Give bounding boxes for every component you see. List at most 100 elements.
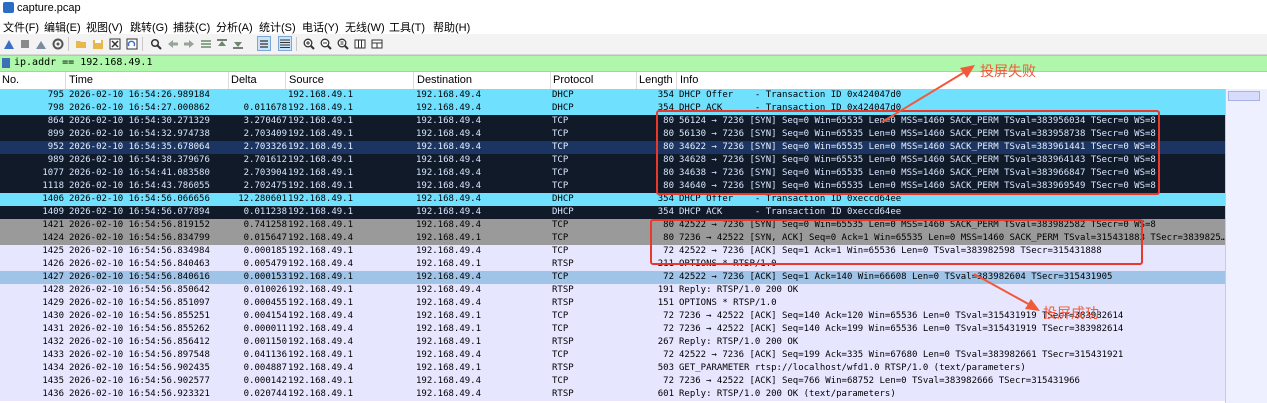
resize-columns-icon[interactable]	[354, 37, 366, 50]
packet-cell-len: 151	[657, 298, 674, 308]
packet-cell-src: 192.168.49.4	[288, 311, 354, 321]
open-folder-icon[interactable]	[75, 37, 87, 50]
menu-telephony[interactable]: 电话(Y)	[302, 19, 339, 35]
save-icon[interactable]	[92, 37, 104, 50]
bookmark-icon[interactable]	[2, 58, 10, 68]
packet-cell-delta: 0.000455	[243, 298, 287, 308]
layout-icon[interactable]	[371, 37, 383, 50]
menu-view[interactable]: 视图(V)	[86, 19, 123, 35]
packet-cell-no: 1434	[42, 363, 64, 373]
packet-cell-proto: TCP	[552, 220, 569, 230]
packet-cell-time: 2026-02-10 16:54:41.083580	[69, 168, 210, 178]
packet-cell-delta: 2.703904	[243, 168, 287, 178]
packet-row[interactable]: 1431 2026-02-10 16:54:56.855262 0.000011 19…	[0, 323, 1225, 336]
menu-help[interactable]: 帮助(H)	[433, 19, 470, 35]
menu-statistics[interactable]: 统计(S)	[259, 19, 296, 35]
packet-cell-src: 192.168.49.1	[288, 194, 354, 204]
column-header-no[interactable]: No.	[2, 74, 19, 86]
packet-cell-proto: TCP	[552, 233, 569, 243]
column-header-delta[interactable]: Delta	[231, 74, 257, 86]
menu-wireless[interactable]: 无线(W)	[345, 19, 385, 35]
packet-row[interactable]: 1430 2026-02-10 16:54:56.855251 0.004154 19…	[0, 310, 1225, 323]
packet-row[interactable]: 1428 2026-02-10 16:54:56.850642 0.010026 19…	[0, 284, 1225, 297]
packet-cell-info: 7236 → 42522 [ACK] Seq=140 Ack=120 Win=6…	[679, 311, 1124, 321]
shark-fin-start-icon[interactable]	[3, 37, 15, 50]
menu-edit[interactable]: 编辑(E)	[44, 19, 81, 35]
packet-row[interactable]: 1436 2026-02-10 16:54:56.923321 0.020744 19…	[0, 388, 1225, 401]
packet-row[interactable]: 1427 2026-02-10 16:54:56.840616 0.000153 19…	[0, 271, 1225, 284]
packet-cell-src: 192.168.49.1	[288, 220, 354, 230]
packet-cell-info: GET_PARAMETER rtsp://localhost/wfd1.0 RT…	[679, 363, 1026, 373]
stop-icon[interactable]	[19, 37, 31, 50]
packet-row[interactable]: 1432 2026-02-10 16:54:56.856412 0.001150 19…	[0, 336, 1225, 349]
back-icon[interactable]	[167, 37, 179, 50]
menu-tools[interactable]: 工具(T)	[389, 19, 425, 35]
packet-cell-len: 72	[663, 311, 674, 321]
packet-cell-dst: 192.168.49.4	[416, 116, 482, 126]
packet-cell-delta: 0.041136	[243, 350, 287, 360]
packet-cell-no: 1409	[42, 207, 64, 217]
packet-cell-proto: DHCP	[552, 103, 574, 113]
packet-cell-time: 2026-02-10 16:54:56.856412	[69, 337, 210, 347]
packet-row[interactable]: 1409 2026-02-10 16:54:56.077894 0.011238 19…	[0, 206, 1225, 219]
packet-cell-dst: 192.168.49.4	[416, 285, 482, 295]
success-annotation-label: 投屏成功	[1043, 306, 1099, 322]
packet-list-scrollbar[interactable]	[1225, 89, 1267, 403]
packet-cell-time: 2026-02-10 16:54:56.840463	[69, 259, 210, 269]
packet-row[interactable]: 1429 2026-02-10 16:54:56.851097 0.000455 19…	[0, 297, 1225, 310]
options-icon[interactable]	[52, 37, 64, 50]
packet-row[interactable]: 795 2026-02-10 16:54:26.989184 192.168.49.…	[0, 89, 1225, 102]
packet-cell-delta: 2.703409	[243, 129, 287, 139]
first-packet-icon[interactable]	[216, 37, 228, 50]
close-file-icon[interactable]	[109, 37, 121, 50]
column-header-source[interactable]: Source	[289, 74, 324, 86]
last-packet-icon[interactable]	[232, 37, 244, 50]
packet-cell-proto: TCP	[552, 272, 569, 282]
fail-annotation-label: 投屏失败	[980, 64, 1036, 80]
packet-cell-no: 1429	[42, 298, 64, 308]
restart-icon[interactable]	[35, 37, 47, 50]
packet-cell-proto: TCP	[552, 155, 569, 165]
column-header-protocol[interactable]: Protocol	[553, 74, 593, 86]
reload-icon[interactable]	[126, 37, 138, 50]
packet-cell-no: 1428	[42, 285, 64, 295]
column-header-length[interactable]: Length	[639, 74, 673, 86]
display-filter-input[interactable]: ip.addr == 192.168.49.1	[14, 57, 152, 68]
packet-row[interactable]: 1433 2026-02-10 16:54:56.897548 0.041136 19…	[0, 349, 1225, 362]
column-header-time[interactable]: Time	[69, 74, 93, 86]
packet-cell-info: Reply: RTSP/1.0 200 OK (text/parameters)	[679, 389, 896, 399]
goto-packet-icon[interactable]	[200, 37, 212, 50]
menu-file[interactable]: 文件(F)	[3, 19, 39, 35]
packet-cell-no: 1436	[42, 389, 64, 399]
packet-cell-no: 1431	[42, 324, 64, 334]
packet-cell-proto: DHCP	[552, 90, 574, 100]
menu-go[interactable]: 跳转(G)	[130, 19, 168, 35]
packet-cell-len: 191	[657, 285, 674, 295]
colorize-icon[interactable]	[278, 36, 292, 51]
autoscroll-icon[interactable]	[257, 36, 271, 51]
packet-cell-dst: 192.168.49.4	[416, 298, 482, 308]
forward-icon[interactable]	[183, 37, 195, 50]
zoom-out-icon[interactable]	[320, 37, 332, 50]
zoom-in-icon[interactable]	[303, 37, 315, 50]
normal-size-icon[interactable]	[337, 37, 349, 50]
packet-row[interactable]: 1434 2026-02-10 16:54:56.902435 0.004887 19…	[0, 362, 1225, 375]
find-icon[interactable]	[150, 37, 162, 50]
column-header-info[interactable]: Info	[680, 74, 698, 86]
packet-cell-src: 192.168.49.1	[288, 272, 354, 282]
scrollbar-thumb[interactable]	[1228, 91, 1260, 101]
packet-cell-proto: TCP	[552, 142, 569, 152]
packet-cell-info: Reply: RTSP/1.0 200 OK	[679, 337, 799, 347]
packet-cell-src: 192.168.49.1	[288, 129, 354, 139]
packet-row[interactable]: 1435 2026-02-10 16:54:56.902577 0.000142 19…	[0, 375, 1225, 388]
packet-cell-delta: 2.703326	[243, 142, 287, 152]
packet-cell-proto: RTSP	[552, 337, 574, 347]
packet-cell-proto: TCP	[552, 311, 569, 321]
packet-cell-delta: 12.280601	[238, 194, 287, 204]
menu-analyze[interactable]: 分析(A)	[216, 19, 253, 35]
column-header-destination[interactable]: Destination	[417, 74, 472, 86]
packet-cell-src: 192.168.49.1	[288, 103, 354, 113]
window-titlebar: capture.pcap	[0, 0, 1267, 16]
menu-capture[interactable]: 捕获(C)	[173, 19, 210, 35]
packet-cell-delta: 0.001150	[243, 337, 287, 347]
